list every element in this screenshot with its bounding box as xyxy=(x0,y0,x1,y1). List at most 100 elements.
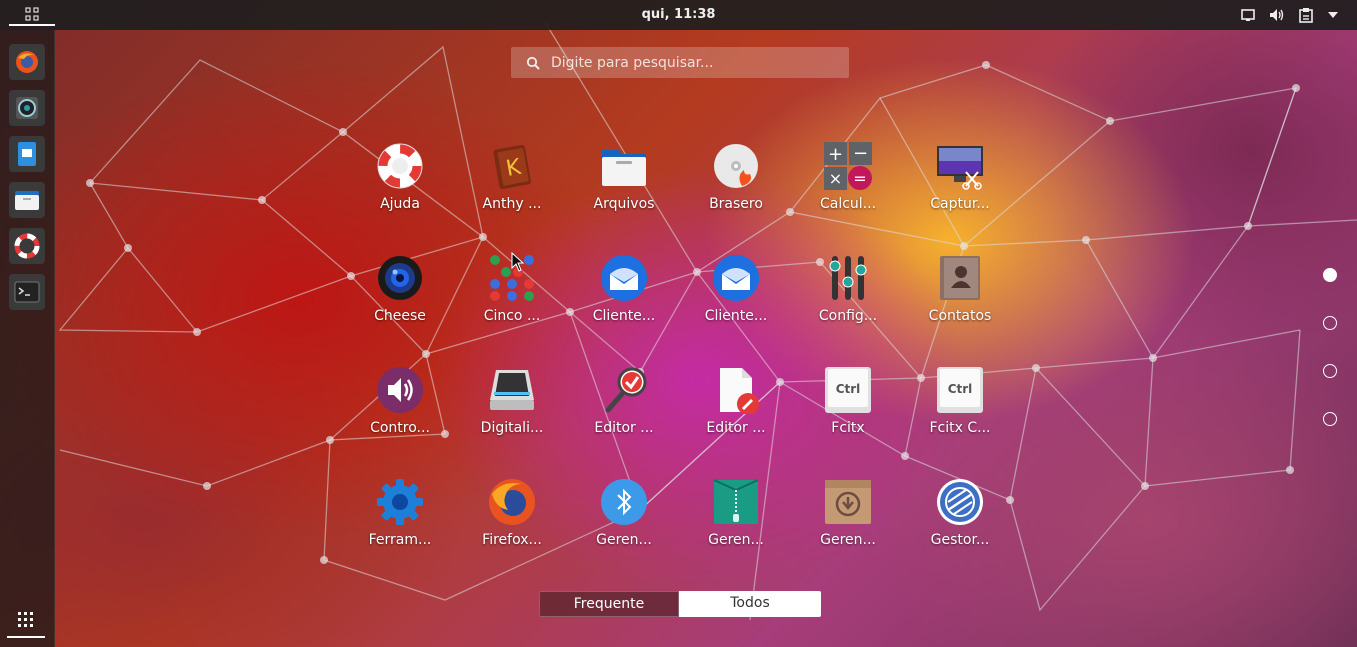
files-icon xyxy=(15,191,39,210)
app-captura[interactable]: Captur... xyxy=(910,138,1010,238)
svg-text:Ctrl: Ctrl xyxy=(836,382,861,396)
search-icon xyxy=(526,56,540,70)
app-cheese[interactable]: Cheese xyxy=(350,250,450,350)
app-controle-volume[interactable]: Contro... xyxy=(350,362,450,462)
app-label: Cinco ... xyxy=(483,308,541,324)
app-label: Contro... xyxy=(370,420,430,436)
app-label: Brasero xyxy=(709,196,763,212)
dock-files[interactable] xyxy=(9,182,45,218)
dock xyxy=(0,30,55,647)
volume-control-icon xyxy=(377,367,423,413)
app-fcitx[interactable]: Ctrl Fcitx xyxy=(798,362,898,462)
app-ferramentas[interactable]: Ferram... xyxy=(350,474,450,574)
ctrl-key-icon: Ctrl xyxy=(825,367,871,413)
clock[interactable]: qui, 11:38 xyxy=(0,7,1357,22)
app-fcitx-config[interactable]: Ctrl Fcitx C... xyxy=(910,362,1010,462)
app-gerenciador-pacotes[interactable]: Geren... xyxy=(798,474,898,574)
disc-burner-icon xyxy=(714,144,758,188)
app-label: Captur... xyxy=(930,196,990,212)
search-input[interactable] xyxy=(551,54,849,71)
app-gerenciador-arquivos-compactados[interactable]: Geren... xyxy=(686,474,786,574)
help-lifebuoy-icon xyxy=(14,233,40,259)
chevron-down-icon[interactable] xyxy=(1327,9,1339,21)
app-configuracoes[interactable]: Config... xyxy=(798,250,898,350)
package-icon xyxy=(825,480,871,524)
dock-help[interactable] xyxy=(9,228,45,264)
anthy-book-icon: K xyxy=(493,144,531,189)
app-brasero[interactable]: Brasero xyxy=(686,138,786,238)
app-cliente-email-1[interactable]: Cliente... xyxy=(574,250,674,350)
dock-document-viewer[interactable] xyxy=(9,136,45,172)
app-cliente-email-2[interactable]: Cliente... xyxy=(686,250,786,350)
system-tray[interactable] xyxy=(1241,7,1339,23)
app-label: Editor ... xyxy=(594,420,654,436)
frequent-tab[interactable]: Frequente xyxy=(539,591,679,617)
app-label: Arquivos xyxy=(593,196,655,212)
app-label: Config... xyxy=(818,308,878,324)
svg-text:+: + xyxy=(828,144,843,165)
grid-icon xyxy=(25,7,39,21)
app-label: Fcitx xyxy=(831,420,865,436)
app-label: Fcitx C... xyxy=(929,420,991,436)
app-label: Geren... xyxy=(596,532,652,548)
app-gestor-discos[interactable]: Gestor... xyxy=(910,474,1010,574)
display-icon[interactable] xyxy=(1241,8,1255,22)
app-label: Contatos xyxy=(928,308,992,324)
dock-camera[interactable] xyxy=(9,90,45,126)
all-tab[interactable]: Todos xyxy=(679,591,821,617)
mail-client-icon xyxy=(713,255,759,301)
svg-text:−: − xyxy=(853,143,868,164)
app-editor-2[interactable]: Editor ... xyxy=(686,362,786,462)
settings-sliders-icon xyxy=(829,256,867,300)
webcam-icon xyxy=(378,256,422,300)
app-label: Cliente... xyxy=(704,308,768,324)
app-label: Cliente... xyxy=(592,308,656,324)
clipboard-icon[interactable] xyxy=(1299,7,1313,23)
document-viewer-icon xyxy=(18,142,36,166)
volume-icon[interactable] xyxy=(1269,8,1285,22)
app-label: Ajuda xyxy=(380,196,420,212)
camera-icon xyxy=(16,97,38,119)
folder-icon xyxy=(602,150,646,186)
gear-icon xyxy=(377,479,423,525)
page-dot-4[interactable] xyxy=(1323,412,1337,426)
view-switch: Frequente Todos xyxy=(539,591,821,617)
app-ajuda[interactable]: Ajuda xyxy=(350,138,450,238)
app-calculadora[interactable]: + − × = Calcul... xyxy=(798,138,898,238)
text-editor-icon xyxy=(720,368,759,414)
terminal-icon xyxy=(14,281,40,303)
app-label: Digitali... xyxy=(480,420,544,436)
lifebuoy-icon xyxy=(377,143,423,189)
app-gerenciador-bluetooth[interactable]: Geren... xyxy=(574,474,674,574)
top-bar: qui, 11:38 xyxy=(0,0,1357,30)
contacts-book-icon xyxy=(940,256,980,300)
page-dot-2[interactable] xyxy=(1323,316,1337,330)
app-editor-1[interactable]: Editor ... xyxy=(574,362,674,462)
activities-button[interactable] xyxy=(9,4,55,26)
dock-terminal[interactable] xyxy=(9,274,45,310)
app-label: Firefox... xyxy=(482,532,542,548)
search-box[interactable] xyxy=(511,47,849,78)
firefox-icon xyxy=(489,479,535,525)
app-firefox[interactable]: Firefox... xyxy=(462,474,562,574)
app-label: Calcul... xyxy=(819,196,877,212)
ctrl-key-icon: Ctrl xyxy=(937,367,983,413)
dock-firefox[interactable] xyxy=(9,44,45,80)
svg-text:=: = xyxy=(853,169,866,188)
app-label: Geren... xyxy=(820,532,876,548)
disk-manager-icon xyxy=(937,479,983,525)
app-label: Gestor... xyxy=(930,532,990,548)
app-contatos[interactable]: Contatos xyxy=(910,250,1010,350)
page-dot-3[interactable] xyxy=(1323,364,1337,378)
svg-text:Ctrl: Ctrl xyxy=(948,382,973,396)
app-arquivos[interactable]: Arquivos xyxy=(574,138,674,238)
app-digitalizador[interactable]: Digitali... xyxy=(462,362,562,462)
page-dot-1[interactable] xyxy=(1323,268,1337,282)
app-label: Ferram... xyxy=(368,532,432,548)
app-anthy[interactable]: K Anthy ... xyxy=(462,138,562,238)
archive-zip-icon xyxy=(713,479,759,524)
scanner-icon xyxy=(490,370,534,410)
wallpaper-mesh xyxy=(58,21,1357,621)
app-label: Cheese xyxy=(374,308,426,324)
show-applications-button[interactable] xyxy=(7,604,45,638)
